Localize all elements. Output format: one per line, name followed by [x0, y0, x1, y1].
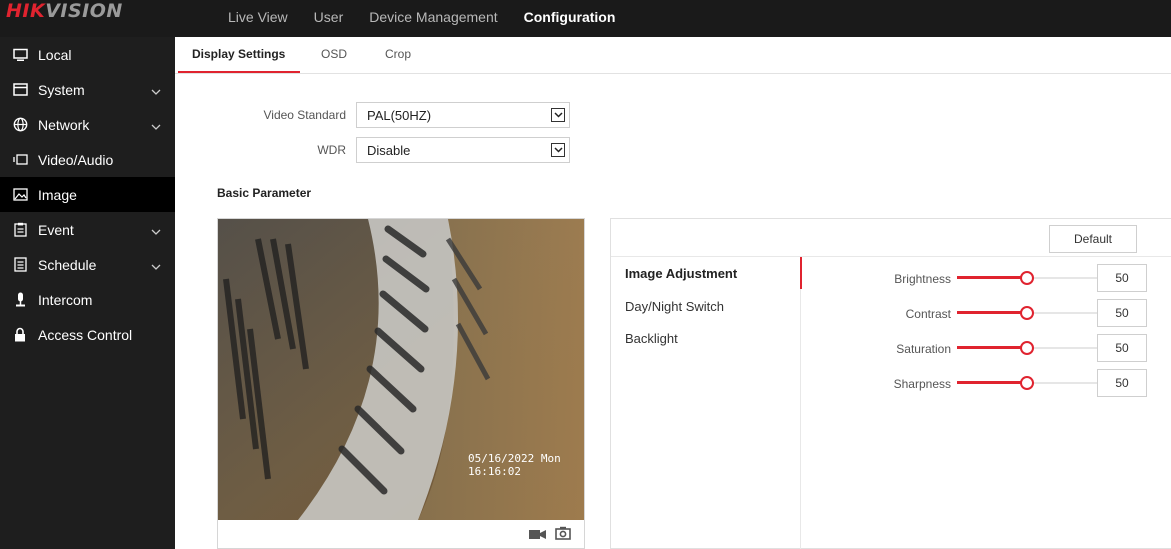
sharpness-slider[interactable]	[957, 376, 1097, 390]
sidebar-item-system[interactable]: System	[0, 72, 175, 107]
image-settings-panel: Default Image Adjustment Day/Night Switc…	[610, 218, 1171, 549]
slider-handle[interactable]	[1020, 376, 1034, 390]
sidebar-item-label: Event	[38, 221, 74, 238]
video-standard-label: Video Standard	[263, 108, 346, 122]
chevron-down-icon	[151, 83, 161, 99]
contrast-slider-row: Contrast 50	[801, 299, 1171, 327]
sidebar-item-label: System	[38, 81, 85, 98]
slider-label: Brightness	[894, 272, 951, 286]
slider-label: Saturation	[896, 342, 951, 356]
brightness-slider[interactable]	[957, 271, 1097, 285]
top-bar: HIKVISION Live View User Device Manageme…	[0, 0, 1171, 37]
snapshot-icon[interactable]	[555, 526, 571, 543]
sidebar: Local System Network Video/Audio Image E…	[0, 37, 175, 549]
default-button[interactable]: Default	[1049, 225, 1137, 253]
slider-fill	[957, 276, 1027, 279]
panel-header: Default	[611, 219, 1171, 257]
sharpness-slider-row: Sharpness 50	[801, 369, 1171, 397]
saturation-value-input[interactable]: 50	[1097, 334, 1147, 362]
chevron-down-icon	[151, 258, 161, 274]
sidebar-item-label: Intercom	[38, 291, 93, 308]
active-tab-indicator	[178, 71, 300, 73]
video-audio-icon	[12, 152, 28, 168]
sidebar-item-image[interactable]: Image	[0, 177, 175, 212]
sidebar-item-access-control[interactable]: Access Control	[0, 317, 175, 352]
image-settings-menu: Image Adjustment Day/Night Switch Backli…	[611, 257, 802, 549]
sidebar-item-schedule[interactable]: Schedule	[0, 247, 175, 282]
chevron-down-icon	[151, 118, 161, 134]
slider-label: Contrast	[905, 307, 951, 321]
chevron-down-icon	[151, 223, 161, 239]
sidebar-item-label: Network	[38, 116, 90, 133]
sidebar-item-label: Schedule	[38, 256, 97, 273]
wdr-value: Disable	[367, 143, 411, 158]
brightness-value-input[interactable]: 50	[1097, 264, 1147, 292]
contrast-slider[interactable]	[957, 306, 1097, 320]
slider-fill	[957, 346, 1027, 349]
osd-timestamp: 05/16/2022 Mon 16:16:02	[468, 452, 561, 478]
microphone-icon	[12, 292, 28, 308]
slider-fill	[957, 311, 1027, 314]
tab-bar: Display Settings OSD Crop	[175, 37, 1171, 74]
image-icon	[12, 187, 28, 203]
slider-handle[interactable]	[1020, 271, 1034, 285]
sidebar-item-event[interactable]: Event	[0, 212, 175, 247]
slider-handle[interactable]	[1020, 306, 1034, 320]
top-nav: Live View User Device Management Configu…	[228, 0, 641, 37]
monitor-icon	[12, 47, 28, 63]
nav-live-view[interactable]: Live View	[228, 0, 288, 25]
sidebar-item-label: Access Control	[38, 326, 133, 343]
lock-icon	[12, 327, 28, 343]
sidebar-item-label: Video/Audio	[38, 151, 114, 168]
sidebar-item-label: Local	[38, 46, 72, 63]
video-toolbar	[218, 520, 584, 549]
slider-handle[interactable]	[1020, 341, 1034, 355]
record-icon[interactable]	[529, 528, 546, 543]
sharpness-value-input[interactable]: 50	[1097, 369, 1147, 397]
sidebar-item-local[interactable]: Local	[0, 37, 175, 72]
menu-backlight[interactable]: Backlight	[625, 331, 678, 346]
tab-crop[interactable]: Crop	[385, 47, 411, 61]
sidebar-item-network[interactable]: Network	[0, 107, 175, 142]
wdr-label: WDR	[317, 143, 346, 157]
nav-device-management[interactable]: Device Management	[369, 0, 497, 25]
tab-display-settings[interactable]: Display Settings	[192, 47, 285, 61]
sidebar-item-video-audio[interactable]: Video/Audio	[0, 142, 175, 177]
sidebar-item-intercom[interactable]: Intercom	[0, 282, 175, 317]
tab-osd[interactable]: OSD	[321, 47, 347, 61]
video-standard-select[interactable]: PAL(50HZ)	[356, 102, 570, 128]
hikvision-logo: HIKVISION	[6, 0, 123, 22]
menu-image-adjustment[interactable]: Image Adjustment	[625, 266, 737, 281]
globe-icon	[12, 117, 28, 133]
slider-fill	[957, 381, 1027, 384]
menu-day-night-switch[interactable]: Day/Night Switch	[625, 299, 724, 314]
video-standard-value: PAL(50HZ)	[367, 108, 432, 123]
nav-configuration[interactable]: Configuration	[524, 0, 616, 25]
schedule-list-icon	[12, 257, 28, 273]
wdr-select[interactable]: Disable	[356, 137, 570, 163]
section-title: Basic Parameter	[217, 186, 312, 200]
chevron-down-icon	[551, 108, 565, 122]
saturation-slider-row: Saturation 50	[801, 334, 1171, 362]
nav-user[interactable]: User	[314, 0, 344, 25]
video-preview: 05/16/2022 Mon 16:16:02	[217, 218, 585, 549]
brightness-slider-row: Brightness 50	[801, 264, 1171, 292]
clipboard-icon	[12, 222, 28, 238]
sidebar-item-label: Image	[38, 186, 77, 203]
contrast-value-input[interactable]: 50	[1097, 299, 1147, 327]
slider-label: Sharpness	[893, 377, 951, 391]
saturation-slider[interactable]	[957, 341, 1097, 355]
system-window-icon	[12, 82, 28, 98]
chevron-down-icon	[551, 143, 565, 157]
live-video-feed[interactable]: 05/16/2022 Mon 16:16:02	[218, 219, 584, 520]
